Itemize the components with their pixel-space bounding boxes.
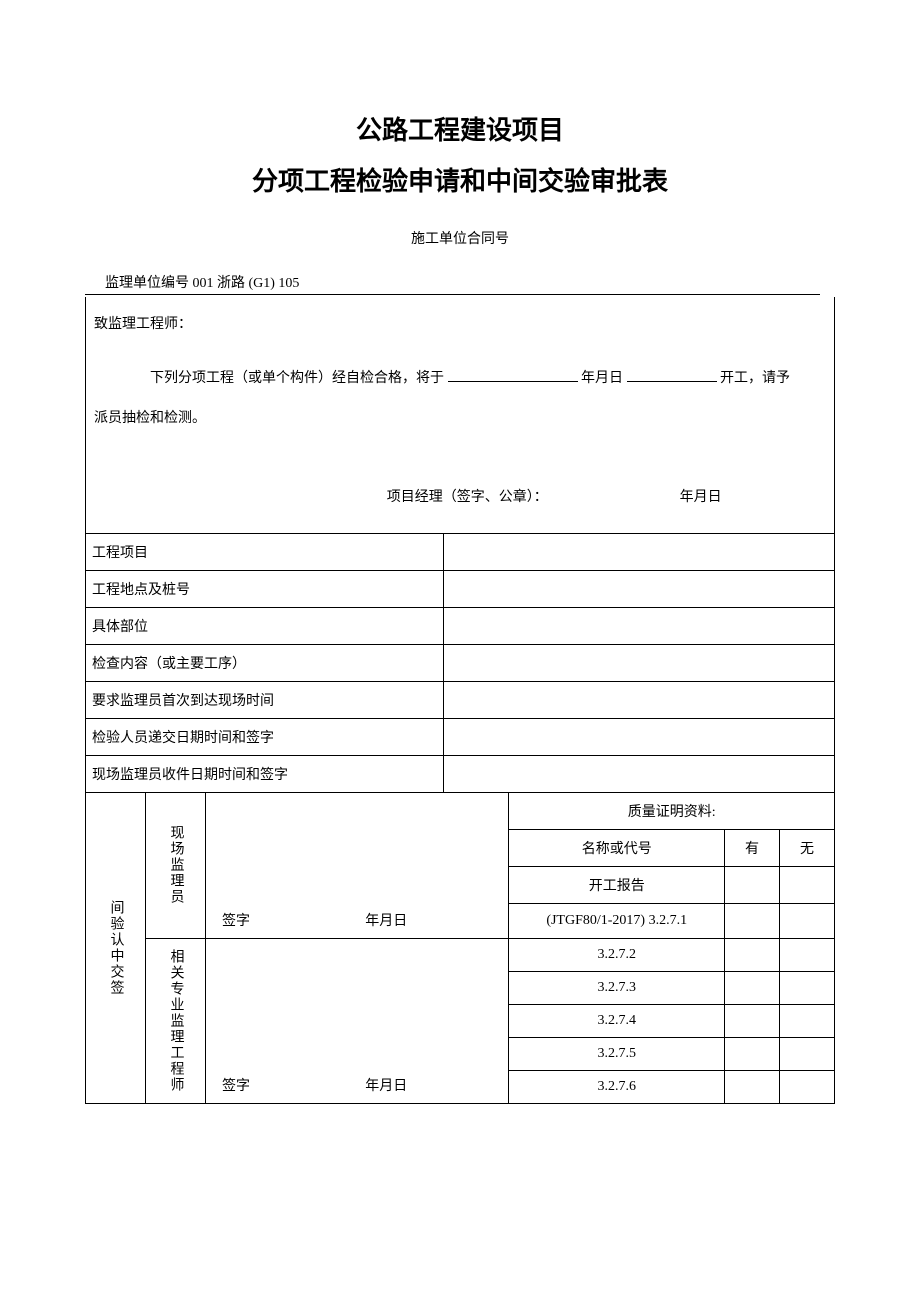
quality-no-col: 无 [780,829,835,866]
row-project: 工程项目 [86,533,444,570]
quality-item-3: 3.2.7.3 [509,971,725,1004]
quality-no-3[interactable] [780,971,835,1004]
quality-no-1[interactable] [780,903,835,938]
quality-item-5: 3.2.7.5 [509,1037,725,1070]
quality-yes-4[interactable] [725,1004,780,1037]
intro-suffix: 开工，请予 [720,371,790,386]
quality-no-4[interactable] [780,1004,835,1037]
role2-vertical-text: 相关专业监理工程师 [166,949,186,1093]
intro-prefix: 下列分项工程（或单个构件）经自检合格，将于 [150,371,444,386]
role-specialist-engineer: 相关专业监理工程师 [146,938,206,1103]
row-first-arrival-value[interactable] [444,681,835,718]
quality-name-col: 名称或代号 [509,829,725,866]
pm-sign-date: 年月日 [680,480,826,516]
row-content-value[interactable] [444,644,835,681]
pm-sign-label: 项目经理（签字、公章）： [387,480,680,516]
sign-label-1: 签字 [212,910,270,930]
intro-paragraph: 下列分项工程（或单个构件）经自检合格，将于 年月日 开工，请予 [94,361,826,397]
main-form-table: 致监理工程师： 下列分项工程（或单个构件）经自检合格，将于 年月日 开工，请予 … [85,297,835,1104]
quality-item-0: 开工报告 [509,866,725,903]
role1-vertical-text: 现场监理员 [166,825,186,905]
quality-item-6: 3.2.7.6 [509,1070,725,1103]
contract-number-label: 施工单位合同号 [85,228,835,248]
quality-no-0[interactable] [780,866,835,903]
intro-section: 致监理工程师： 下列分项工程（或单个构件）经自检合格，将于 年月日 开工，请予 … [86,297,835,533]
site-supervisor-sign-area[interactable]: 签字 年月日 [206,792,509,938]
specialist-engineer-sign-area[interactable]: 签字 年月日 [206,938,509,1103]
quality-yes-2[interactable] [725,938,780,971]
row-supervisor-receive-value[interactable] [444,755,835,792]
sign-date-2: 年月日 [270,1075,502,1095]
quality-item-1: (JTGF80/1-2017) 3.2.7.1 [509,903,725,938]
sign-date-1: 年月日 [270,910,502,930]
quality-header: 质量证明资料: [509,792,835,829]
quality-item-2: 3.2.7.2 [509,938,725,971]
quality-yes-1[interactable] [725,903,780,938]
row-content: 检查内容（或主要工序） [86,644,444,681]
quality-no-2[interactable] [780,938,835,971]
row-location-value[interactable] [444,570,835,607]
blank-field-1[interactable] [448,368,578,382]
approval-section-label: 间验认中交签 [86,792,146,1103]
row-supervisor-receive: 现场监理员收件日期时间和签字 [86,755,444,792]
title-line-2: 分项工程检验申请和中间交验审批表 [85,161,835,198]
row-first-arrival: 要求监理员首次到达现场时间 [86,681,444,718]
quality-no-6[interactable] [780,1070,835,1103]
document-title: 公路工程建设项目 分项工程检验申请和中间交验审批表 [85,110,835,198]
row-location: 工程地点及桩号 [86,570,444,607]
intro-line-2: 派员抽检和检测。 [94,408,826,430]
quality-yes-5[interactable] [725,1037,780,1070]
quality-yes-0[interactable] [725,866,780,903]
blank-field-2[interactable] [627,368,717,382]
pm-signature-row: 项目经理（签字、公章）： 年月日 [94,480,826,522]
row-part: 具体部位 [86,607,444,644]
intro-mid: 年月日 [581,371,623,386]
title-line-1: 公路工程建设项目 [85,110,835,147]
row-inspector-submit-value[interactable] [444,718,835,755]
approval-vertical-text: 间验认中交签 [106,900,126,996]
supervisor-unit-code: 监理单位编号 001 浙路 (G1) 105 [85,272,820,295]
to-engineer-label: 致监理工程师： [94,307,826,343]
row-project-value[interactable] [444,533,835,570]
role-site-supervisor: 现场监理员 [146,792,206,938]
row-inspector-submit: 检验人员递交日期时间和签字 [86,718,444,755]
row-part-value[interactable] [444,607,835,644]
quality-no-5[interactable] [780,1037,835,1070]
sign-label-2: 签字 [212,1075,270,1095]
quality-yes-3[interactable] [725,971,780,1004]
quality-yes-col: 有 [725,829,780,866]
quality-yes-6[interactable] [725,1070,780,1103]
quality-item-4: 3.2.7.4 [509,1004,725,1037]
